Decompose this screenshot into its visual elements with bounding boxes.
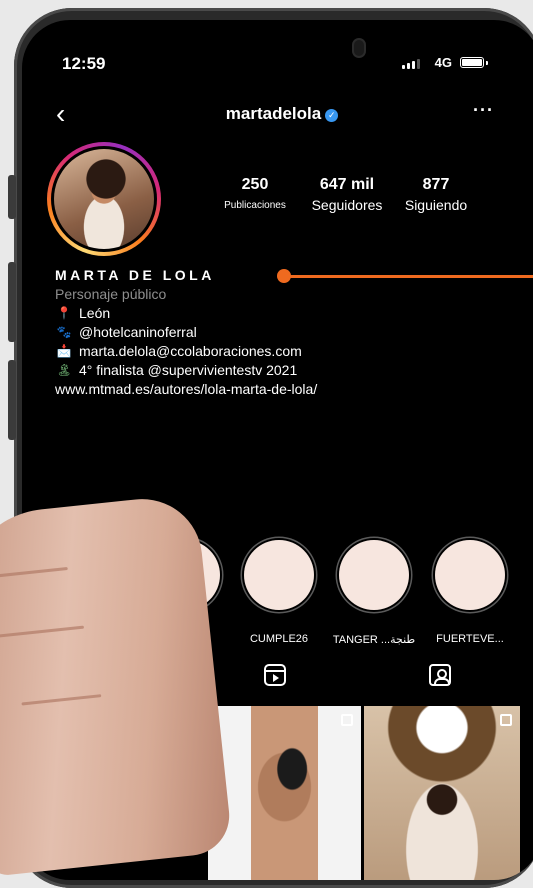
knuckle-crease — [0, 566, 68, 578]
network-label: 4G — [434, 55, 452, 70]
username-text: martadelola — [225, 104, 322, 123]
profile-username: martadelola ✓ — [22, 104, 533, 124]
battery-icon — [460, 57, 484, 68]
bio-email: marta.delola@ccolaboraciones.com — [79, 343, 302, 359]
highlight-item[interactable]: CUMPLE26 — [234, 540, 324, 645]
post-thumbnail[interactable] — [208, 706, 361, 880]
pin-icon: 📍 — [56, 306, 72, 320]
mailbox-icon: 📩 — [56, 344, 72, 358]
stat-posts-value: 250 — [241, 176, 269, 193]
bio-website-link[interactable]: www.mtmad.es/autores/lola-marta-de-lola/ — [55, 380, 495, 399]
highlight-circle — [339, 540, 409, 610]
paw-icon: 🐾 — [56, 325, 72, 339]
bio-category: Personaje público — [55, 286, 167, 302]
stat-posts[interactable]: 250 Publicaciones — [212, 176, 298, 211]
profile-stats: 250 Publicaciones 647 mil Seguidores 877… — [212, 176, 502, 220]
battery-cap — [486, 61, 488, 65]
signal-icon — [402, 59, 420, 69]
bio-handle-line: 🐾 @hotelcaninoferral — [55, 323, 495, 342]
avatar[interactable] — [47, 142, 161, 256]
highlight-label: FUERTEVE... — [436, 633, 504, 645]
knuckle-crease — [21, 694, 102, 706]
highlight-circle — [244, 540, 314, 610]
highlight-circle — [435, 540, 505, 610]
bio-handle-link[interactable]: @hotelcaninoferral — [79, 323, 197, 342]
avatar-photo — [54, 149, 154, 249]
island-icon: 🏝 — [56, 363, 72, 377]
bio-email-line: 📩 marta.delola@ccolaboraciones.com — [55, 342, 495, 361]
stat-following-label: Siguiendo — [404, 197, 468, 213]
avatar-gap — [51, 146, 157, 252]
phone-side-button — [8, 262, 16, 342]
pointer-line — [288, 275, 533, 278]
stat-posts-label: Publicaciones — [224, 200, 286, 211]
status-bar: 12:59 4G — [62, 40, 512, 74]
profile-bio: MARTA DE LOLA Personaje público 📍 León 🐾… — [55, 266, 495, 399]
verified-badge-icon: ✓ — [325, 109, 339, 122]
highlight-item[interactable]: FUERTEVE... — [425, 540, 515, 645]
phone-side-button — [8, 360, 16, 440]
multiple-photos-icon — [341, 714, 353, 726]
phone-side-button — [8, 175, 16, 219]
highlight-item[interactable]: TANGER ...طنجة — [329, 540, 419, 646]
more-icon[interactable]: ··· — [473, 100, 494, 121]
highlight-label: TANGER ...طنجة — [332, 634, 416, 646]
bio-achievement: 4° finalista @supervivientestv 2021 — [79, 362, 298, 378]
tagged-icon[interactable] — [429, 664, 451, 686]
highlight-label: CUMPLE26 — [249, 633, 309, 645]
post-thumbnail[interactable] — [364, 706, 520, 880]
stat-followers-value: 647 mil — [319, 176, 375, 193]
bio-location-line: 📍 León — [55, 304, 495, 323]
stat-followers[interactable]: 647 mil Seguidores — [304, 176, 390, 213]
multiple-photos-icon — [500, 714, 512, 726]
bio-achievement-line: 🏝 4° finalista @supervivientestv 2021 — [55, 361, 495, 380]
front-camera — [354, 40, 364, 56]
reels-icon[interactable] — [264, 664, 286, 686]
stat-followers-label: Seguidores — [311, 197, 383, 213]
status-time: 12:59 — [62, 54, 106, 73]
profile-header: ‹ martadelola ✓ ··· — [22, 100, 533, 136]
knuckle-crease — [0, 625, 85, 638]
bio-location: León — [79, 305, 111, 321]
stat-following-value: 877 — [422, 176, 450, 193]
hand-photo-overlay — [0, 493, 234, 877]
stat-following[interactable]: 877 Siguiendo — [396, 176, 476, 213]
